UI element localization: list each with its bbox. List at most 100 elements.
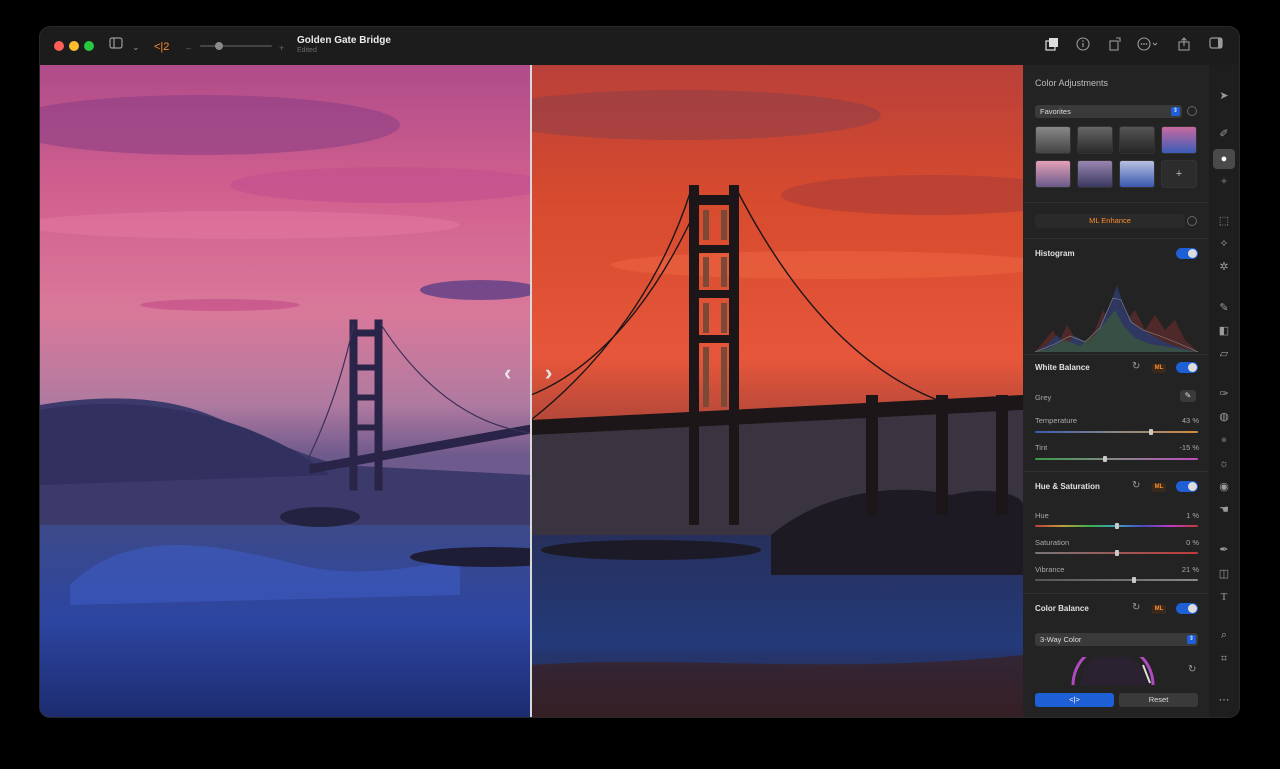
saturation-label: Saturation — [1035, 538, 1070, 547]
zoom-slider[interactable] — [200, 45, 272, 47]
temperature-slider[interactable] — [1035, 429, 1198, 435]
chevron-left-icon[interactable]: ‹ — [504, 360, 511, 386]
slider-knob[interactable] — [1149, 429, 1153, 435]
pen-icon[interactable]: ✑ — [1217, 387, 1231, 401]
wand-icon[interactable]: ✧ — [1217, 237, 1231, 251]
text-icon[interactable]: T — [1217, 590, 1231, 604]
vibrance-slider[interactable] — [1035, 577, 1198, 583]
app-window: ⌄ <|2 – + Golden Gate Bridge Edited ‹ › … — [40, 27, 1239, 717]
more-icon[interactable] — [1137, 37, 1161, 55]
preset-thumbnail[interactable] — [1035, 126, 1071, 154]
ml-enhance-more-icon[interactable] — [1187, 216, 1197, 226]
add-preset-button[interactable]: + — [1161, 160, 1197, 188]
ml-enhance-button[interactable]: ML Enhance — [1035, 214, 1185, 228]
color-adjust-icon[interactable]: ● — [1213, 149, 1235, 169]
divider — [1023, 238, 1209, 239]
smudge-icon[interactable]: ☚ — [1217, 503, 1231, 517]
reset-icon[interactable]: ↻ — [1188, 665, 1196, 675]
layers-icon[interactable] — [1045, 37, 1059, 55]
preset-thumbnail[interactable] — [1161, 126, 1197, 154]
divider — [1023, 471, 1209, 472]
share-icon[interactable] — [1177, 37, 1191, 55]
image-canvas[interactable]: ‹ › — [40, 65, 1023, 717]
bucket-icon[interactable]: ◧ — [1217, 324, 1231, 338]
crop-icon[interactable]: ⌗ — [1217, 652, 1231, 666]
sparkle-icon[interactable]: ✲ — [1217, 260, 1231, 274]
preset-thumbnail[interactable] — [1077, 160, 1113, 188]
chevron-down-icon[interactable]: ⌄ — [132, 39, 140, 55]
vector-pen-icon[interactable]: ✒ — [1217, 543, 1231, 557]
zoom-icon[interactable]: ⌕ — [1217, 628, 1231, 642]
tint-value: -15 % — [1179, 443, 1199, 452]
histogram-title: Histogram — [1035, 249, 1075, 258]
slider-knob[interactable] — [1115, 523, 1119, 529]
color-balance-toggle[interactable] — [1176, 603, 1198, 614]
zoom-out-icon[interactable]: – — [186, 40, 191, 56]
preset-thumbnail[interactable] — [1119, 160, 1155, 188]
zoom-slider-knob[interactable] — [215, 42, 223, 50]
zoom-button[interactable] — [84, 41, 94, 51]
clone-icon[interactable]: ◉ — [1217, 480, 1231, 494]
hue-value: 1 % — [1186, 511, 1199, 520]
brush-icon[interactable]: ✐ — [1217, 127, 1231, 141]
sidebar-right-icon[interactable] — [1209, 37, 1223, 53]
reset-icon[interactable]: ↻ — [1132, 603, 1140, 613]
retouch-icon[interactable]: ◍ — [1217, 410, 1231, 424]
saturation-value: 0 % — [1186, 538, 1199, 547]
preset-thumbnail[interactable] — [1077, 126, 1113, 154]
minimize-button[interactable] — [69, 41, 79, 51]
plus-icon: + — [1175, 168, 1183, 180]
sidebar-icon[interactable] — [109, 37, 123, 53]
hue-slider[interactable] — [1035, 523, 1198, 529]
adjustments-panel: Color Adjustments Favorites ⇕ + ML Enhan… — [1023, 65, 1209, 717]
color-balance-mode-label: 3-Way Color — [1040, 635, 1082, 644]
color-balance-title: Color Balance — [1035, 604, 1089, 613]
pointer-icon[interactable]: ➤ — [1217, 89, 1231, 103]
zoom-in-icon[interactable]: + — [279, 40, 284, 56]
close-button[interactable] — [54, 41, 64, 51]
preset-thumbnail[interactable] — [1119, 126, 1155, 154]
magic-icon[interactable]: ✦ — [1217, 175, 1231, 189]
slider-knob[interactable] — [1132, 577, 1136, 583]
rotate-icon[interactable] — [1108, 37, 1122, 55]
more-tools-icon[interactable]: ⋯ — [1217, 693, 1231, 707]
ml-badge[interactable]: ML — [1152, 605, 1166, 614]
ml-badge[interactable]: ML — [1152, 364, 1166, 373]
color-wheel[interactable] — [1068, 657, 1158, 685]
info-icon[interactable] — [1076, 37, 1090, 55]
document-status: Edited — [297, 47, 317, 54]
blur-icon[interactable]: ● — [1217, 433, 1231, 447]
tint-slider[interactable] — [1035, 456, 1198, 462]
shapes-icon[interactable]: ◫ — [1217, 567, 1231, 581]
divider — [1023, 593, 1209, 594]
panel-title: Color Adjustments — [1035, 78, 1109, 88]
compare-divider[interactable] — [530, 65, 532, 717]
histogram-toggle[interactable] — [1176, 248, 1198, 259]
preset-thumbnail[interactable] — [1035, 160, 1071, 188]
color-balance-mode-select[interactable]: 3-Way Color ⇕ — [1035, 633, 1198, 646]
hue-saturation-toggle[interactable] — [1176, 481, 1198, 492]
reset-button[interactable]: Reset — [1119, 693, 1198, 707]
reset-icon[interactable]: ↻ — [1132, 481, 1140, 491]
reset-icon[interactable]: ↻ — [1132, 362, 1140, 372]
hue-label: Hue — [1035, 511, 1049, 520]
slider-knob[interactable] — [1103, 456, 1107, 462]
compare-button[interactable]: <|> — [1035, 693, 1114, 707]
presets-select[interactable]: Favorites ⇕ — [1035, 105, 1182, 118]
paint-icon[interactable]: ✎ — [1217, 301, 1231, 315]
compare-icon[interactable]: <|2 — [154, 39, 169, 55]
chevron-right-icon[interactable]: › — [545, 360, 552, 386]
presets-more-icon[interactable] — [1187, 106, 1197, 116]
vibrance-label: Vibrance — [1035, 565, 1065, 574]
saturation-slider[interactable] — [1035, 550, 1198, 556]
ml-badge[interactable]: ML — [1152, 483, 1166, 492]
histogram-chart — [1035, 285, 1198, 352]
presets-select-label: Favorites — [1040, 107, 1071, 116]
eraser-icon[interactable]: ▱ — [1217, 347, 1231, 361]
eyedropper-icon[interactable]: ✎ — [1180, 390, 1196, 402]
light-icon[interactable]: ☼ — [1217, 457, 1231, 471]
select-rect-icon[interactable]: ⬚ — [1217, 214, 1231, 228]
white-balance-toggle[interactable] — [1176, 362, 1198, 373]
divider — [1023, 354, 1209, 355]
slider-knob[interactable] — [1115, 550, 1119, 556]
